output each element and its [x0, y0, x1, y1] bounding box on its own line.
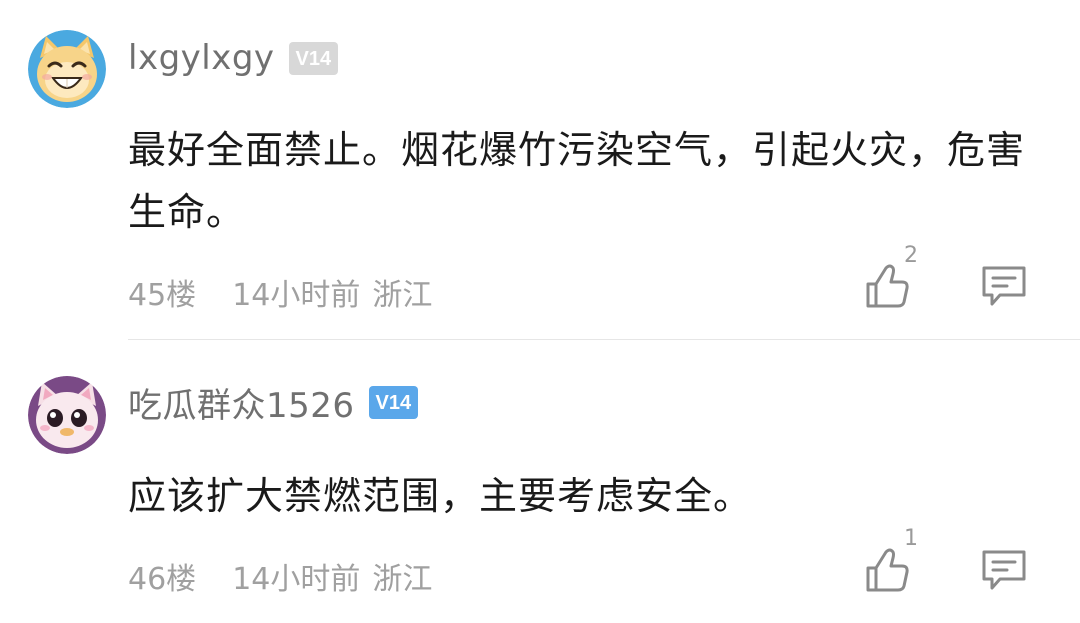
level-badge: V14 [368, 385, 419, 419]
comment-meta: 46楼 14小时前 浙江 [128, 554, 432, 598]
username[interactable]: 吃瓜群众1526 [128, 378, 355, 427]
comment-item: 吃瓜群众1526 V14 应该扩大禁燃范围，主要考虑安全。 46楼 14小时前 浙江… [0, 340, 1080, 623]
comment-item: lxgylxgy V14 最好全面禁止。烟花爆竹污染空气，引起火灾，危害生命。 … [0, 0, 1080, 339]
timestamp: 14小时前 [232, 562, 361, 597]
location: 浙江 [372, 278, 433, 313]
pink-cat-avatar-icon [28, 376, 106, 454]
comment-text: 应该扩大禁燃范围，主要考虑安全。 [128, 474, 753, 518]
avatar[interactable] [28, 376, 106, 454]
smiling-cat-avatar-icon [28, 30, 106, 108]
username-row: 吃瓜群众1526 V14 [128, 378, 419, 427]
like-count: 1 [904, 526, 918, 551]
location: 浙江 [372, 562, 433, 597]
reply-button[interactable] [980, 264, 1028, 308]
avatar[interactable] [28, 30, 106, 108]
comment-icon [982, 266, 1026, 306]
comment-meta: 45楼 14小时前 浙江 [128, 270, 432, 314]
username[interactable]: lxgylxgy [128, 38, 275, 78]
username-row: lxgylxgy V14 [128, 36, 339, 80]
like-count: 2 [904, 243, 918, 268]
floor-number: 46楼 [128, 562, 197, 597]
comment-icon [982, 550, 1026, 590]
comment-text: 最好全面禁止。烟花爆竹污染空气，引起火灾，危害生命。 [128, 128, 1026, 234]
level-badge: V14 [288, 41, 339, 75]
floor-number: 45楼 [128, 278, 197, 313]
reply-button[interactable] [980, 548, 1028, 592]
timestamp: 14小时前 [232, 278, 361, 313]
